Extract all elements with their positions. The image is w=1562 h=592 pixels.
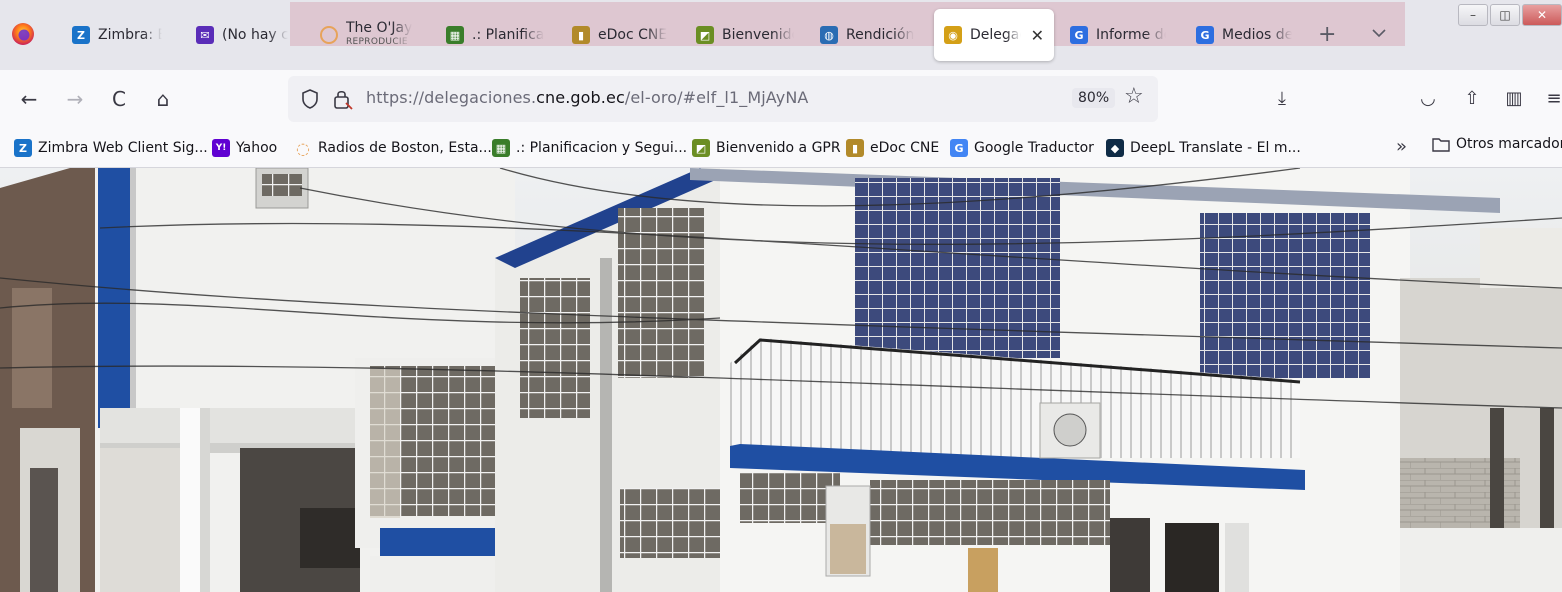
tab-title: Bienvenido (722, 27, 794, 43)
tab-title: Medios de (1222, 27, 1292, 43)
edoc-icon: ▮ (572, 26, 590, 44)
zimbra-icon: Z (14, 139, 32, 157)
delegacion-icon: ◉ (944, 26, 962, 44)
tab-title: Zimbra: En (98, 27, 162, 43)
deepl-icon: ◆ (1106, 139, 1124, 157)
bookmark-edoc[interactable]: ▮ eDoc CNE (846, 136, 939, 160)
bookmark-label: eDoc CNE (870, 140, 940, 156)
tab-zimbra[interactable]: Z Zimbra: En (62, 8, 172, 62)
list-all-tabs-icon[interactable] (1370, 24, 1388, 42)
bookmark-google-traductor[interactable]: G Google Traductor (950, 136, 1094, 160)
tab-title: eDoc CNE (598, 27, 668, 43)
zimbra-icon: Z (72, 26, 90, 44)
bookmark-zimbra[interactable]: Z Zimbra Web Client Sig... (14, 136, 208, 160)
close-window-button[interactable]: ✕ (1522, 4, 1562, 26)
lock-icon[interactable] (332, 87, 354, 111)
page-content (0, 168, 1562, 592)
url-text[interactable]: https://delegaciones.cne.gob.ec/el-oro/#… (366, 88, 808, 107)
tab-planificacion[interactable]: ▦ .: Planificac (436, 8, 554, 62)
tab-edoc[interactable]: ▮ eDoc CNE (562, 8, 680, 62)
url-prefix: https://delegaciones. (366, 88, 537, 107)
tab-subtitle: REPRODUCIE (346, 37, 408, 47)
tab-mail[interactable]: ✉ (No hay co (186, 8, 298, 62)
tab-gpr[interactable]: ◩ Bienvenido (686, 8, 804, 62)
tab-delegacion-active[interactable]: ◉ Delegac ✕ (934, 9, 1054, 61)
minimize-button[interactable]: – (1458, 4, 1488, 26)
bookmarks-bar: Z Zimbra Web Client Sig... Y! Yahoo ◌ Ra… (0, 128, 1562, 168)
bookmark-label: .: Planificacion y Segui... (516, 140, 688, 156)
tab-title: The O'Jays REPRODUCIE (346, 21, 412, 49)
bookmark-yahoo[interactable]: Y! Yahoo (212, 136, 277, 160)
tracking-shield-icon[interactable] (300, 88, 320, 110)
bookmark-planificacion[interactable]: ▦ .: Planificacion y Segui... (492, 136, 687, 160)
other-bookmarks-label: Otros marcadores (1456, 136, 1562, 152)
other-bookmarks-folder[interactable]: Otros marcadores (1432, 136, 1562, 152)
url-suffix: /el-oro/#elf_l1_MjAyNA (624, 88, 809, 107)
bookmark-deepl[interactable]: ◆ DeepL Translate - El m... (1106, 136, 1301, 160)
bookmark-gpr[interactable]: ◩ Bienvenido a GPR (692, 136, 841, 160)
forward-button[interactable]: → (60, 84, 90, 114)
firefox-icon[interactable] (10, 20, 36, 46)
zoom-indicator[interactable]: 80% (1072, 88, 1116, 108)
bookmark-label: Radios de Boston, Esta... (318, 140, 492, 156)
google-icon: G (1196, 26, 1214, 44)
tab-rendicion[interactable]: ◍ Rendición (810, 8, 928, 62)
sidebar-icon[interactable]: ▥ (1500, 84, 1528, 112)
close-tab-icon[interactable]: ✕ (1031, 26, 1044, 45)
window-controls: – ◫ ✕ (1458, 4, 1562, 26)
tab-title: Informe de (1096, 27, 1166, 43)
radio-icon (320, 26, 338, 44)
menu-icon[interactable]: ≡ (1540, 84, 1562, 112)
bookmark-label: DeepL Translate - El m... (1130, 140, 1301, 156)
tab-informe[interactable]: G Informe de (1060, 8, 1176, 62)
downloads-icon[interactable]: ⤓ (1268, 84, 1296, 112)
tab-radio[interactable]: The O'Jays REPRODUCIE (310, 8, 422, 62)
gpr-icon: ◩ (692, 139, 710, 157)
tab-title-main: The O'Jays (346, 21, 412, 36)
share-icon[interactable]: ⇧ (1458, 84, 1486, 112)
bookmark-star-icon[interactable]: ☆ (1124, 84, 1144, 109)
tab-title: Delegac (970, 27, 1021, 43)
new-tab-button[interactable]: + (1318, 22, 1336, 47)
google-icon: G (1070, 26, 1088, 44)
home-button[interactable]: ⌂ (148, 84, 178, 114)
bookmarks-overflow-icon[interactable]: » (1396, 136, 1407, 157)
yahoo-icon: Y! (212, 139, 230, 157)
url-domain: cne.gob.ec (536, 88, 625, 107)
folder-icon (1432, 138, 1450, 152)
gpr-icon: ◩ (696, 26, 714, 44)
maximize-button[interactable]: ◫ (1490, 4, 1520, 26)
pocket-icon[interactable]: ◡ (1414, 84, 1442, 112)
bookmark-label: Google Traductor (974, 140, 1094, 156)
reload-button[interactable]: C (104, 84, 134, 114)
back-button[interactable]: ← (14, 84, 44, 114)
tab-title: .: Planificac (472, 27, 544, 43)
planificacion-icon: ▦ (446, 26, 464, 44)
building-photo (0, 168, 1562, 592)
radio-icon: ◌ (296, 138, 310, 158)
translate-icon: G (950, 139, 968, 157)
planificacion-icon: ▦ (492, 139, 510, 157)
tab-medios[interactable]: G Medios de (1186, 8, 1302, 62)
tab-title: (No hay co (222, 27, 288, 43)
bookmark-radios[interactable]: ◌ Radios de Boston, Esta... (294, 136, 492, 160)
navigation-bar: ← → C ⌂ https://delegaciones.cne.gob.ec/… (0, 70, 1562, 128)
tab-title: Rendición (846, 27, 915, 43)
bookmark-label: Bienvenido a GPR (716, 140, 841, 156)
edoc-icon: ▮ (846, 139, 864, 157)
bookmark-label: Yahoo (236, 140, 278, 156)
url-bar[interactable]: https://delegaciones.cne.gob.ec/el-oro/#… (288, 76, 1158, 122)
tab-strip: Z Zimbra: En ✉ (No hay co The O'Jays REP… (0, 0, 1562, 70)
mail-icon: ✉ (196, 26, 214, 44)
rendicion-icon: ◍ (820, 26, 838, 44)
bookmark-label: Zimbra Web Client Sig... (38, 140, 208, 156)
